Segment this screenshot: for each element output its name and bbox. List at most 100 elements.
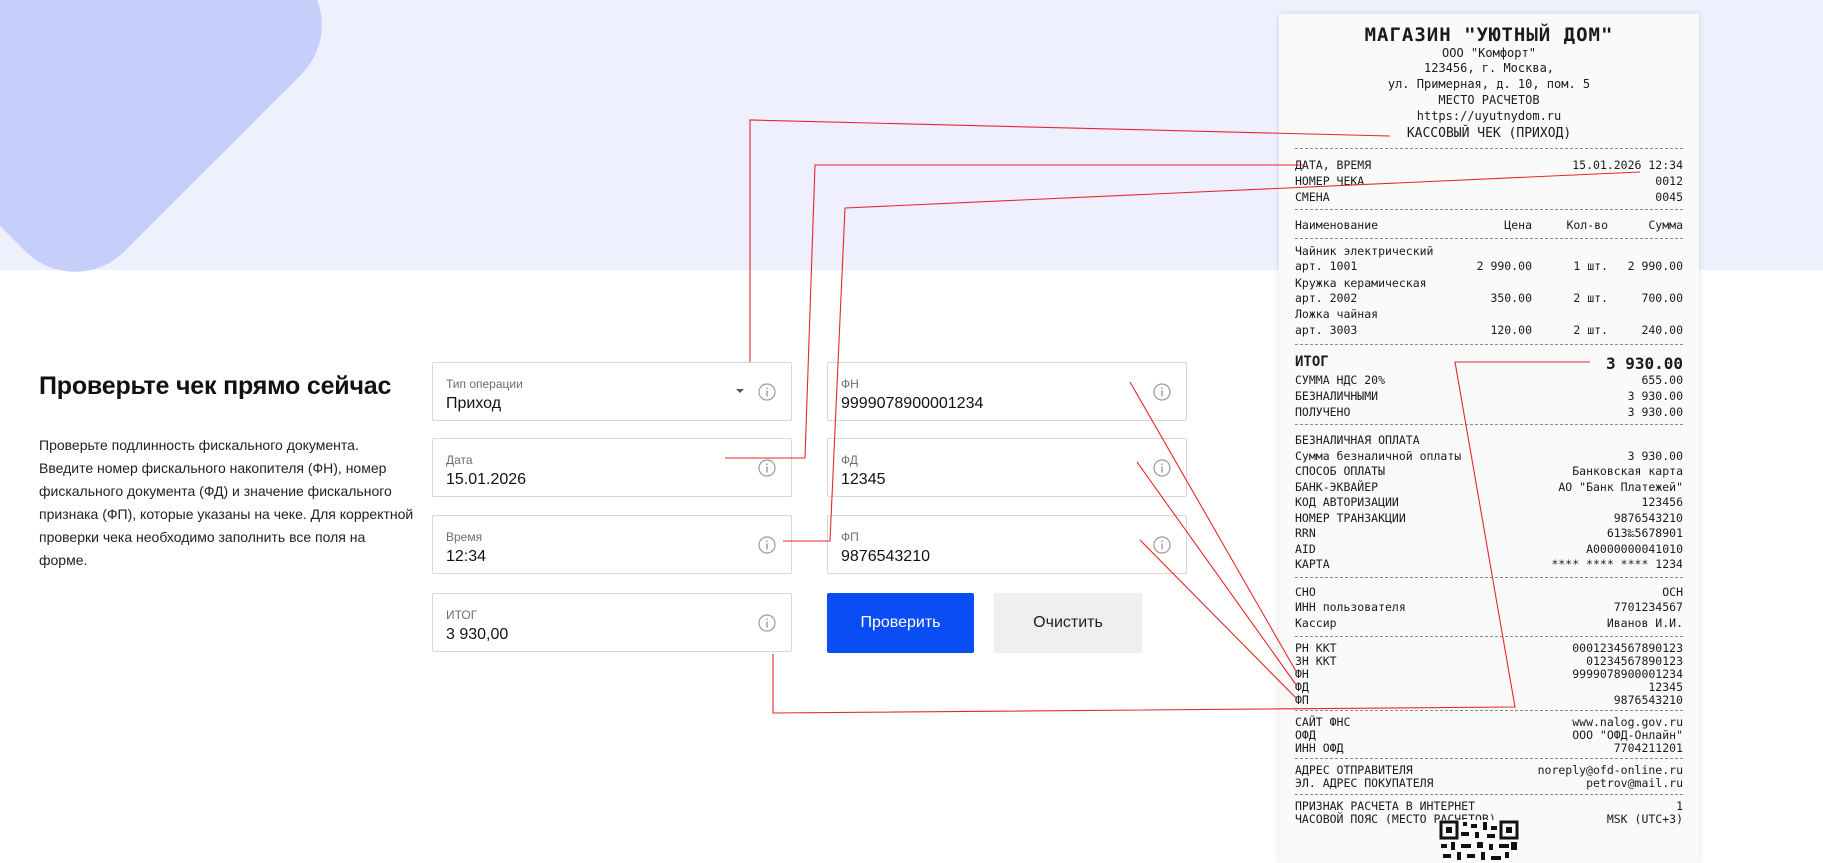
receipt-row: ПОЛУЧЕНО 3 930.00	[1295, 405, 1683, 420]
receipt-row-value: 9999078900001234	[1572, 667, 1683, 681]
col-sum: Сумма	[1648, 218, 1683, 232]
fp-field[interactable]: ФП 9876543210	[827, 515, 1187, 574]
receipt-row-label: ИНН пользователя	[1295, 600, 1406, 614]
receipt-divider	[1295, 238, 1683, 239]
info-circle-icon[interactable]	[1153, 536, 1171, 554]
receipt-row-value: 7704211201	[1613, 741, 1683, 755]
receipt-row: СУММА НДС 20% 655.00	[1295, 373, 1683, 388]
receipt-row-label: ЭЛ. АДРЕС ПОКУПАТЕЛЯ	[1295, 776, 1434, 790]
time-label: Время	[446, 530, 483, 544]
total-label: ИТОГ	[446, 608, 478, 622]
item-sum: 2 990.00	[1627, 259, 1683, 273]
receipt-row-label: АДРЕС ОТПРАВИТЕЛЯ	[1295, 763, 1413, 777]
info-circle-icon[interactable]	[758, 536, 776, 554]
total-field[interactable]: ИТОГ 3 930,00	[432, 593, 792, 652]
receipt-row-value: ООО "ОФД-Онлайн"	[1572, 728, 1683, 742]
receipt-columns-header: Наименование Цена Кол-во Сумма	[1295, 218, 1683, 233]
receipt-row-label: RRN	[1295, 526, 1316, 540]
receipt-row-value: 3 930.00	[1627, 405, 1683, 419]
receipt-row-label: ПОЛУЧЕНО	[1295, 405, 1351, 419]
receipt-divider	[1295, 577, 1683, 578]
clear-button[interactable]: Очистить	[994, 593, 1142, 653]
receipt-row: СНО ОСН	[1295, 585, 1683, 600]
item-art: арт. 2002	[1295, 291, 1358, 305]
caret-down-icon[interactable]	[735, 387, 745, 395]
receipt-row: Кассир Иванов И.И.	[1295, 616, 1683, 631]
receipt: МАГАЗИН "УЮТНЫЙ ДОМ" ООО "Комфорт" 12345…	[1279, 14, 1699, 863]
receipt-row-label: ДАТА, ВРЕМЯ	[1295, 158, 1372, 172]
date-field[interactable]: Дата 15.01.2026	[432, 438, 792, 497]
item-name: Кружка керамическая	[1295, 276, 1427, 290]
fp-label: ФП	[841, 530, 859, 544]
item-price: 350.00	[1490, 291, 1532, 305]
receipt-fiscal-row: ФН 9999078900001234	[1295, 667, 1683, 681]
info-circle-icon[interactable]	[1153, 383, 1171, 401]
receipt-row: СМЕНА 0045	[1295, 190, 1683, 205]
receipt-row: ОФД ООО "ОФД-Онлайн"	[1295, 728, 1683, 742]
item-art: арт. 3003	[1295, 323, 1358, 337]
receipt-divider	[1295, 424, 1683, 425]
receipt-fiscal-row: ФД 12345	[1295, 680, 1683, 694]
receipt-divider	[1295, 209, 1683, 210]
receipt-row-label: ЗН ККТ	[1295, 654, 1337, 668]
info-circle-icon[interactable]	[1153, 459, 1171, 477]
receipt-row-label: ФД	[1295, 680, 1309, 694]
receipt-row-label: Сумма безналичной оплаты	[1295, 449, 1462, 463]
qr-code-icon	[1439, 820, 1519, 863]
receipt-row-value: petrov@mail.ru	[1586, 776, 1683, 790]
fd-field[interactable]: ФД 12345	[827, 438, 1187, 497]
receipt-row-value: 0001234567890123	[1572, 641, 1683, 655]
fd-label: ФД	[841, 453, 858, 467]
receipt-divider	[1295, 344, 1683, 345]
receipt-row-value: 3 930.00	[1627, 449, 1683, 463]
receipt-item-name: Ложка чайная	[1295, 307, 1683, 322]
receipt-section-title: БЕЗНАЛИЧНАЯ ОПЛАТА	[1295, 433, 1683, 448]
receipt-row: ДАТА, ВРЕМЯ 15.01.2026 12:34	[1295, 158, 1683, 173]
receipt-total-row: ИТОГ 3 930.00	[1295, 354, 1683, 373]
time-field[interactable]: Время 12:34	[432, 515, 792, 574]
item-price: 2 990.00	[1476, 259, 1532, 273]
receipt-item: арт. 2002 350.00 2 шт. 700.00	[1295, 291, 1683, 306]
receipt-row: RRN 613‰5678901	[1295, 526, 1683, 541]
receipt-address-1: 123456, г. Москва,	[1423, 61, 1555, 75]
receipt-row-label: ПРИЗНАК РАСЧЕТА В ИНТЕРНЕТ	[1295, 799, 1476, 813]
info-circle-icon[interactable]	[758, 383, 776, 401]
info-circle-icon[interactable]	[758, 614, 776, 632]
receipt-row-value: 0045	[1655, 190, 1683, 204]
receipt-row: ИНН пользователя 7701234567	[1295, 600, 1683, 615]
receipt-row-value: 01234567890123	[1586, 654, 1683, 668]
page-title: Проверьте чек прямо сейчас	[39, 372, 392, 400]
receipt-divider	[1295, 794, 1683, 795]
operation-type-select[interactable]: Тип операции Приход	[432, 362, 792, 421]
receipt-row: КОД АВТОРИЗАЦИИ 123456	[1295, 495, 1683, 510]
receipt-row-label: СНО	[1295, 585, 1316, 599]
check-button[interactable]: Проверить	[827, 593, 974, 653]
receipt-row-label: НОМЕР ТРАНЗАКЦИИ	[1295, 511, 1406, 525]
receipt-row-label: БЕЗНАЛИЧНЫМИ	[1295, 389, 1379, 403]
receipt-row-value: 123456	[1641, 495, 1683, 509]
receipt-total-label: ИТОГ	[1295, 354, 1329, 370]
receipt-fiscal-row: ЗН ККТ 01234567890123	[1295, 654, 1683, 668]
receipt-row-label: ФП	[1295, 693, 1309, 707]
receipt-row-value: 9876543210	[1613, 693, 1683, 707]
receipt-row: НОМЕР ЧЕКА 0012	[1295, 174, 1683, 189]
receipt-row-label: КОД АВТОРИЗАЦИИ	[1295, 495, 1399, 509]
receipt-row-label: СМЕНА	[1295, 190, 1330, 204]
receipt-shop-name: МАГАЗИН "УЮТНЫЙ ДОМ"	[1364, 24, 1614, 46]
item-name: Ложка чайная	[1295, 307, 1379, 321]
receipt-item: арт. 1001 2 990.00 1 шт. 2 990.00	[1295, 259, 1683, 274]
receipt-row-value: 613‰5678901	[1606, 526, 1683, 540]
receipt-row-label: РН ККТ	[1295, 641, 1337, 655]
fp-value: 9876543210	[841, 548, 930, 565]
receipt-site: https://uyutnydom.ru	[1416, 109, 1562, 123]
time-value: 12:34	[446, 548, 487, 565]
fd-value: 12345	[841, 471, 886, 488]
fn-field[interactable]: ФН 9999078900001234	[827, 362, 1187, 421]
receipt-item-name: Чайник электрический	[1295, 244, 1683, 259]
receipt-row-label: ИНН ОФД	[1295, 741, 1344, 755]
receipt-row: Сумма безналичной оплаты 3 930.00	[1295, 449, 1683, 464]
receipt-item-name: Кружка керамическая	[1295, 276, 1683, 291]
info-circle-icon[interactable]	[758, 459, 776, 477]
receipt-row-label: БАНК-ЭКВАЙЕР	[1295, 480, 1379, 494]
receipt-row-value: Банковская карта	[1572, 464, 1683, 478]
